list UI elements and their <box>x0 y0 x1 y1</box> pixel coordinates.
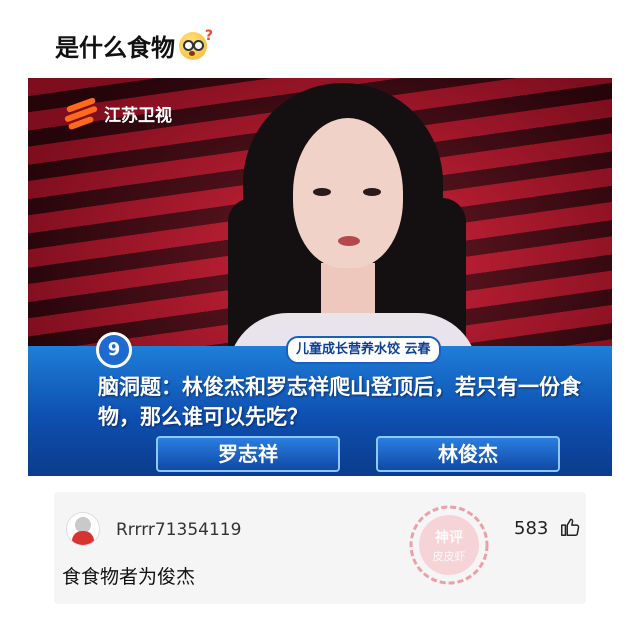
sponsor-banner: 儿童成长营养水饺 云春 <box>286 336 441 364</box>
question-number-badge: 9 <box>96 332 132 368</box>
svg-text:神评: 神评 <box>435 529 463 546</box>
jiangsu-tv-logo-icon <box>63 97 100 131</box>
comment-card: Rrrrr71354119 神评 皮皮虾 583 食食物者为俊杰 <box>54 492 586 604</box>
svg-text:皮皮虾: 皮皮虾 <box>433 550 466 563</box>
contestant-face <box>293 118 403 268</box>
thumbs-up-icon[interactable] <box>559 516 581 538</box>
post-title: 是什么食物 ? <box>55 28 213 63</box>
like-count: 583 <box>514 518 549 539</box>
comment-text: 食食物者为俊杰 <box>62 566 196 588</box>
thinking-face-icon: ? <box>179 28 213 60</box>
avatar[interactable] <box>66 512 100 546</box>
answer-option-1: 罗志祥 <box>156 436 340 472</box>
watermark-stamp-icon: 神评 皮皮虾 <box>409 505 489 585</box>
answer-option-2: 林俊杰 <box>376 436 560 472</box>
channel-logo: 江苏卫视 <box>63 97 172 131</box>
post-title-text: 是什么食物 <box>55 34 175 62</box>
channel-name: 江苏卫视 <box>104 105 172 126</box>
question-text: 脑洞题：林俊杰和罗志祥爬山登顶后，若只有一份食物，那么谁可以先吃？ <box>98 375 581 429</box>
comment-username[interactable]: Rrrrr71354119 <box>116 520 241 540</box>
video-screenshot[interactable]: 江苏卫视 9 儿童成长营养水饺 云春 脑洞题：林俊杰和罗志祥爬山登顶后，若只有一… <box>28 78 612 476</box>
